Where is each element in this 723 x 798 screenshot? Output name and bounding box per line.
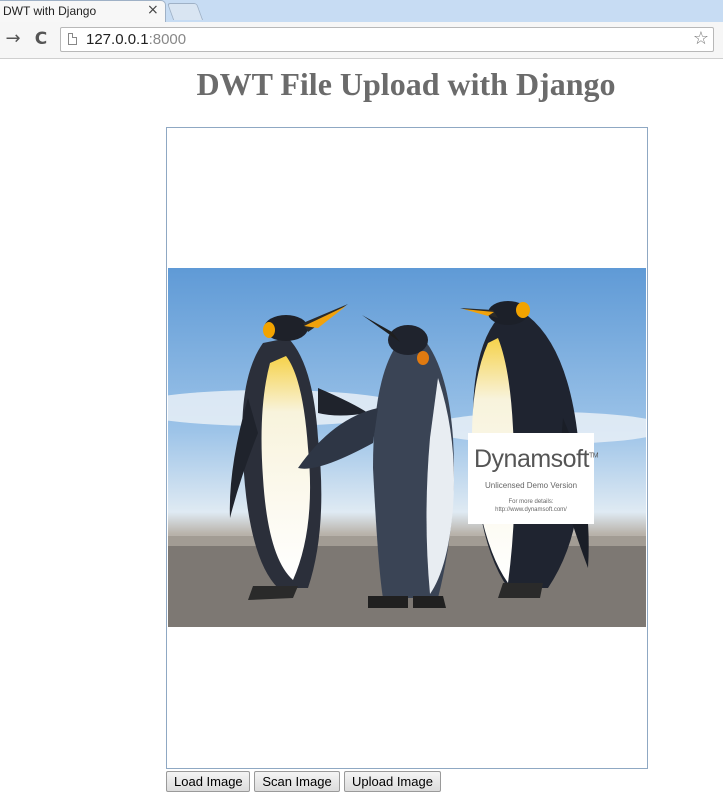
url-text: 127.0.0.1:8000 [86, 31, 186, 48]
watermark-line2: For more details: [508, 499, 554, 505]
watermark-line3: http://www.dynamsoft.com/ [495, 507, 567, 513]
load-image-button[interactable]: Load Image [166, 771, 250, 792]
demo-watermark: DynamsoftTM Unlicensed Demo Version For … [468, 433, 599, 524]
tab-strip: DWT with Django × [0, 0, 723, 22]
page-icon [68, 33, 77, 45]
browser-tab[interactable]: DWT with Django × [0, 0, 166, 22]
url-host: 127.0.0.1 [86, 31, 149, 48]
scan-image-button[interactable]: Scan Image [254, 771, 340, 792]
watermark-brand: Dynamsoft [474, 445, 589, 473]
bookmark-star-icon[interactable]: ☆ [693, 28, 709, 49]
new-tab-button[interactable] [166, 3, 204, 20]
url-port: :8000 [148, 31, 187, 48]
address-bar[interactable]: 127.0.0.1:8000 ☆ [60, 27, 714, 52]
reload-icon[interactable]: C [31, 28, 51, 50]
page-title: DWT File Upload with Django [196, 66, 616, 102]
close-tab-icon[interactable]: × [147, 2, 159, 18]
tab-title: DWT with Django [3, 4, 97, 18]
forward-arrow-icon[interactable]: → [3, 28, 23, 50]
browser-toolbar: → C 127.0.0.1:8000 ☆ [0, 22, 723, 59]
upload-image-button[interactable]: Upload Image [344, 771, 441, 792]
watermark-trademark: TM [588, 452, 599, 460]
watermark-line1: Unlicensed Demo Version [484, 481, 578, 490]
image-viewer[interactable]: DynamsoftTM Unlicensed Demo Version For … [166, 127, 648, 769]
